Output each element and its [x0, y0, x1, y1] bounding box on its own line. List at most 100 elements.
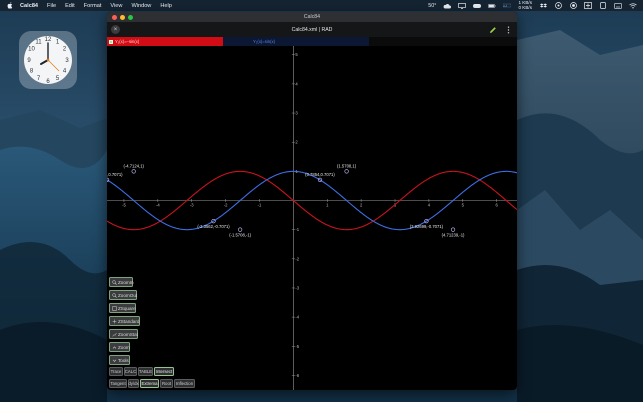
x-tick-label: -3 [190, 203, 194, 208]
document-toolbar: × Calc84.xml | RAD [107, 22, 517, 37]
x-tick-label: -2 [224, 203, 228, 208]
zsquare-button[interactable]: ZSquare [109, 303, 136, 313]
annotation-label: (-2.3562,-0.7071) [197, 224, 230, 229]
zsquare-label: ZSquare [118, 305, 136, 311]
svg-text:12: 12 [45, 37, 52, 43]
dropbox-icon[interactable] [539, 2, 547, 9]
menu-format[interactable]: Format [84, 3, 102, 9]
window-controls [112, 14, 133, 20]
x-tick-label: 6 [495, 203, 498, 208]
more-options-icon[interactable] [505, 25, 511, 34]
cpu-graph-icon[interactable] [503, 2, 512, 9]
chip-extrema[interactable]: Extrema [140, 379, 159, 388]
zsquare-icon [111, 305, 117, 311]
annotation-point [450, 227, 456, 232]
zoomstat-icon [111, 332, 117, 337]
graph-plot: -6-5-4-3-2-112345654321-1-2-3-4-5-6(-6.2… [107, 46, 517, 390]
expression-y1-checkbox[interactable] [109, 39, 113, 44]
expression-bar: Y₁(x)=−sin(x) Y₂(x)=sin(x) [107, 37, 517, 46]
chip-root[interactable]: Root [160, 379, 173, 388]
clock-widget[interactable]: 12 1 2 3 4 5 6 7 8 9 10 11 [19, 31, 77, 89]
expression-y2[interactable]: Y₂(x)=sin(x) [223, 37, 369, 46]
chip-dydx[interactable]: dy/dx [128, 379, 139, 388]
analog-clock-icon: 12 1 2 3 4 5 6 7 8 9 10 11 [24, 36, 72, 85]
keyboard-icon[interactable] [614, 2, 622, 9]
annotation-label: (3.92699,-0.7071) [410, 224, 444, 229]
network-speed[interactable]: 1 KB/s 0 KB/s [518, 0, 532, 10]
x-tick-label: -1 [258, 203, 262, 208]
window-zoom-button[interactable] [128, 14, 133, 20]
x-tick-label: -4 [156, 203, 160, 208]
audio-icon[interactable] [473, 2, 482, 9]
zstandard-button[interactable]: ZStandard [109, 316, 140, 326]
dashboard-icon[interactable] [554, 2, 562, 9]
pencil-icon[interactable] [488, 25, 497, 34]
weather-temperature[interactable]: 50° [428, 3, 436, 9]
menu-edit[interactable]: Edit [65, 3, 75, 9]
y-tick-label: -6 [295, 373, 299, 378]
y-tick-label: 2 [295, 140, 298, 145]
zoomstat-button[interactable]: ZoomStat [109, 329, 138, 339]
zoom-in-label: ZoomIn [118, 279, 134, 285]
y-tick-label: -3 [295, 285, 299, 290]
window-title: Calc84 [303, 14, 321, 20]
window-minimize-button[interactable] [120, 14, 125, 20]
zstandard-label: ZStandard [118, 318, 140, 324]
x-tick-label: 5 [462, 203, 465, 208]
graph-canvas[interactable]: -6-5-4-3-2-112345654321-1-2-3-4-5-6(-6.2… [107, 46, 517, 390]
menu-window[interactable]: Window [131, 3, 151, 9]
zoom-toggle-label: Zoom [118, 344, 130, 350]
x-tick-label: -5 [122, 203, 126, 208]
tools-toggle-button[interactable]: Tools [109, 355, 130, 365]
annotation-point [131, 169, 136, 174]
expression-y1[interactable]: Y₁(x)=−sin(x) [107, 37, 223, 46]
zoomstat-label: ZoomStat [118, 331, 138, 337]
chip-trace[interactable]: Trace [109, 367, 123, 376]
chip-inflection[interactable]: Inflection [174, 379, 195, 388]
y-tick-label: -1 [295, 227, 299, 232]
memory-icon[interactable] [599, 2, 607, 9]
expression-y1-text: Y₁(x)=−sin(x) [115, 39, 140, 44]
zoom-out-button[interactable]: ZoomOut [109, 290, 137, 300]
window-titlebar[interactable]: Calc84 [107, 12, 517, 22]
zoom-in-button[interactable]: ZoomIn [109, 277, 134, 287]
chip-intersect[interactable]: Intersect [154, 367, 174, 376]
display-icon[interactable] [458, 2, 467, 9]
annotation-point [238, 227, 243, 232]
menubar: Calc84 File Edit Format View Window Help… [0, 0, 643, 11]
record-icon[interactable] [569, 2, 577, 9]
menubar-status-area: 50° 1 KB/s 0 KB/s [428, 0, 637, 11]
apple-icon[interactable] [6, 2, 14, 10]
annotation-label: (-4.7124,1) [123, 163, 144, 168]
y-tick-label: 5 [295, 52, 298, 57]
calc84-window: Calc84 × Calc84.xml | RAD Y₁(x)=−sin(x) … [107, 12, 517, 390]
chip-table[interactable]: TABLE [138, 367, 153, 376]
menu-view[interactable]: View [110, 3, 122, 9]
screenshot-icon[interactable] [584, 2, 592, 9]
wifi-icon[interactable] [629, 2, 637, 9]
x-tick-label: 1 [326, 203, 329, 208]
annotation-label: (1.5708,1) [337, 163, 357, 168]
y-tick-label: -2 [295, 256, 299, 261]
chip-tangent[interactable]: Tangent [109, 379, 127, 388]
annotation-label: (4.71239,-1) [442, 233, 465, 238]
annotation-label: (-6.2832,0.7071) [107, 172, 123, 177]
battery-icon[interactable] [488, 2, 496, 9]
expression-y2-text: Y₂(x)=sin(x) [253, 39, 275, 44]
menu-help[interactable]: Help [160, 3, 172, 9]
window-close-button[interactable] [112, 14, 117, 20]
svg-text:10: 10 [28, 47, 35, 53]
cloud-icon[interactable] [443, 2, 452, 9]
annotation-label: (-1.5708,-1) [229, 233, 251, 238]
annotation-label: (0.7854,0.7071) [305, 172, 335, 177]
menubar-app-name[interactable]: Calc84 [20, 3, 38, 9]
zoom-toggle-button[interactable]: Zoom [109, 342, 130, 352]
close-document-button[interactable]: × [111, 25, 120, 34]
zoom-out-label: ZoomOut [118, 292, 138, 298]
chip-calc[interactable]: CALC [124, 367, 137, 376]
y-tick-label: -4 [295, 315, 299, 320]
net-down-value: 0 KB/s [518, 4, 532, 10]
y-tick-label: -5 [295, 344, 299, 349]
menu-file[interactable]: File [47, 3, 56, 9]
chevron-down-icon [112, 358, 117, 363]
